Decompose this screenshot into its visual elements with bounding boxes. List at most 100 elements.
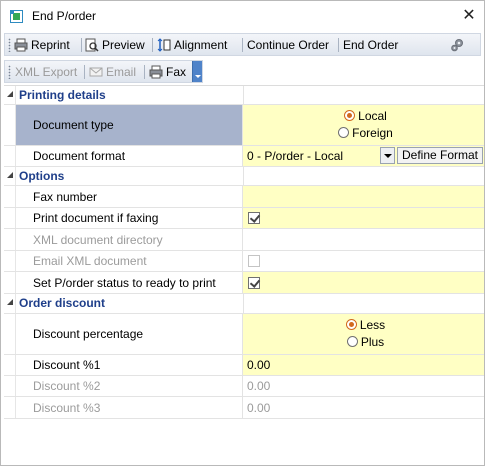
alignment-icon (157, 38, 171, 52)
radio-option-local[interactable]: Local (344, 108, 387, 125)
row-marker (4, 272, 16, 293)
category-divider (243, 86, 244, 104)
alignment-button[interactable]: Alignment (157, 36, 227, 54)
property-row-fax-number: Fax number (4, 186, 484, 208)
toolbar-separator (152, 38, 153, 52)
radio-option-less[interactable]: Less (345, 317, 386, 334)
property-row-email-xml: Email XML document (4, 251, 484, 272)
toolbar-grip[interactable] (8, 65, 11, 79)
email-button[interactable]: Email (89, 63, 136, 81)
radio-button[interactable] (338, 127, 350, 139)
toolbar-separator (144, 65, 145, 79)
row-marker (4, 167, 16, 185)
define-format-button[interactable]: Define Format (397, 147, 483, 164)
property-row-print-if-faxing: Print document if faxing (4, 208, 484, 229)
collapse-arrow-icon[interactable] (7, 91, 13, 97)
document-format-value: 0 - P/order - Local (247, 149, 344, 163)
property-row-discount-percentage: Discount percentage Less Plus (4, 314, 484, 355)
export-toolbar: XML Export Email Fax (4, 60, 203, 83)
property-name: Discount percentage (16, 314, 243, 354)
property-name: Fax number (16, 186, 243, 207)
toolbar-grip[interactable] (8, 38, 11, 52)
email-xml-cell (243, 251, 484, 271)
property-row-document-type: Document type Local Foreign (4, 105, 484, 146)
preview-label: Preview (102, 38, 145, 52)
set-status-checkbox[interactable] (248, 276, 260, 289)
property-grid: Printing details Document type Local For… (4, 85, 484, 419)
toolbar-overflow-button[interactable] (192, 61, 202, 82)
row-marker (4, 376, 16, 396)
preview-button[interactable]: Preview (85, 36, 145, 54)
email-xml-checkbox (248, 255, 260, 267)
collapse-arrow-icon[interactable] (7, 299, 13, 305)
radio-label: Plus (360, 335, 385, 349)
property-row-discount-3: Discount %3 0.00 (4, 397, 484, 419)
toolbar-separator (84, 65, 85, 79)
category-label: Order discount (19, 296, 106, 310)
category-printing-details[interactable]: Printing details (4, 86, 484, 105)
category-divider (243, 167, 244, 185)
radio-button[interactable] (345, 319, 357, 331)
radio-label: Less (359, 318, 386, 332)
collapse-arrow-icon[interactable] (7, 172, 13, 178)
preview-icon (85, 38, 99, 52)
property-row-set-status: Set P/order status to ready to print (4, 272, 484, 294)
fax-printer-icon (149, 65, 163, 79)
reprint-button[interactable]: Reprint (14, 36, 70, 54)
row-marker (4, 294, 16, 313)
dropdown-arrow-icon[interactable] (380, 147, 395, 164)
row-marker (4, 251, 16, 271)
property-row-document-format: Document format 0 - P/order - Local Defi… (4, 146, 484, 167)
email-label: Email (106, 65, 137, 79)
row-marker (4, 229, 16, 250)
row-marker (4, 146, 16, 166)
end-order-button[interactable]: End Order (343, 36, 398, 54)
discount-3-input: 0.00 (247, 400, 271, 415)
radio-button[interactable] (344, 110, 356, 122)
category-options[interactable]: Options (4, 167, 484, 186)
set-status-cell (243, 272, 484, 293)
row-marker (4, 397, 16, 418)
window-title: End P/order (32, 9, 97, 23)
property-row-discount-1: Discount %1 0.00 (4, 355, 484, 376)
title-bar: End P/order ✕ (1, 1, 484, 32)
end-porder-window: End P/order ✕ Reprint Preview Alignment … (0, 0, 485, 466)
row-marker (4, 86, 16, 104)
radio-option-plus[interactable]: Plus (346, 334, 385, 351)
print-if-faxing-checkbox[interactable] (248, 212, 260, 224)
row-marker (4, 208, 16, 228)
toolbar-separator (338, 38, 339, 52)
category-label: Printing details (19, 88, 106, 102)
alignment-label: Alignment (174, 38, 228, 52)
toolbar-separator (242, 38, 243, 52)
property-name: Set P/order status to ready to print (16, 272, 243, 293)
discount-2-input: 0.00 (247, 379, 271, 393)
row-marker (4, 105, 16, 145)
category-order-discount[interactable]: Order discount (4, 294, 484, 314)
property-name[interactable]: Document type (16, 105, 243, 145)
xml-export-button[interactable]: XML Export (15, 63, 77, 81)
document-type-radio-group: Local Foreign (243, 105, 484, 145)
reprint-label: Reprint (31, 38, 70, 52)
property-name: Email XML document (16, 251, 243, 271)
toolbar-separator (81, 38, 82, 52)
category-label: Options (19, 169, 65, 183)
discount-1-input[interactable]: 0.00 (243, 355, 484, 375)
discount-percentage-radio-group: Less Plus (243, 314, 484, 354)
row-marker (4, 355, 16, 375)
row-marker (4, 314, 16, 354)
settings-gears-icon[interactable] (450, 37, 465, 52)
close-button[interactable]: ✕ (456, 4, 482, 28)
radio-option-foreign[interactable]: Foreign (338, 125, 393, 142)
property-name: Discount %3 (16, 397, 243, 418)
radio-label: Foreign (352, 126, 393, 140)
continue-order-button[interactable]: Continue Order (247, 36, 329, 54)
radio-button[interactable] (346, 336, 358, 348)
fax-button[interactable]: Fax (149, 63, 186, 81)
print-if-faxing-cell (243, 208, 484, 228)
property-row-discount-2: Discount %2 0.00 (4, 376, 484, 397)
document-format-select[interactable]: 0 - P/order - Local Define Format (243, 146, 484, 166)
main-toolbar: Reprint Preview Alignment Continue Order… (4, 33, 481, 56)
property-name: XML document directory (16, 229, 243, 250)
fax-number-input[interactable] (243, 186, 484, 207)
